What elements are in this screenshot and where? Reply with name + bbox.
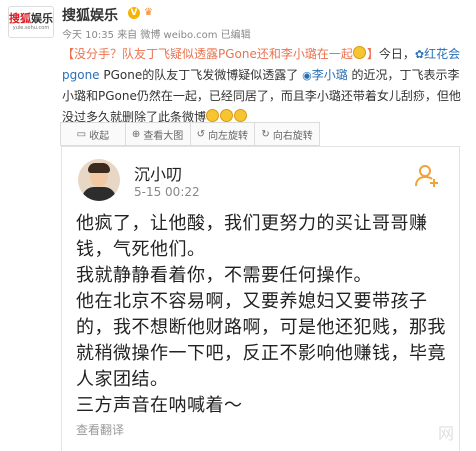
poster-name[interactable]: 搜狐娱乐 [62,5,118,25]
avatar-body [82,187,116,201]
logo-text: 搜狐娱乐 [9,11,53,25]
collapse-icon: ▭ [76,128,87,140]
rotate-left-icon: ↺ [196,128,206,140]
avatar[interactable]: 搜狐娱乐 yule.sohu.com [8,6,54,38]
screenshot-avatar [78,159,120,201]
source-prefix: 来自 [117,30,138,41]
flower-icon: ✿ [414,48,425,61]
screenshot-line: 他在北京不容易啊，又要养媳妇又要带孩子的，我不想断他财路啊，可是他还犯贱，那我就… [76,291,446,390]
edited-label: 已编辑 [220,30,251,41]
post-meta: 今天 10:35 来自 微博 weibo.com 已编辑 [62,26,251,41]
shocked-face-emoji [352,46,366,59]
post-text: 【没分手？队友丁飞疑似透露PGone还和李小璐在一起 】今日，✿红花会pgone … [62,44,470,128]
post-source[interactable]: 微博 weibo.com [140,30,217,41]
mention-link[interactable]: ◉李小璐 [302,68,348,82]
rotate-left-button[interactable]: ↺ 向左旋转 [191,123,256,145]
screenshot-username: 沉小叨 [134,165,183,184]
mention-label: 李小璐 [311,68,348,82]
shocked-face-emoji [234,109,248,122]
topic-title-end: 】 [366,47,379,61]
zoom-icon: ⊕ [131,128,141,140]
screenshot-line: 三方声音在呐喊着～ [76,395,243,416]
rotate-right-button[interactable]: ↻ 向右旋转 [255,123,319,145]
view-large-button[interactable]: ⊕ 查看大图 [126,123,191,145]
post-image[interactable]: 沉小叨 5-15 00:22 他疯了，让他酸，我们更努力的买让哥哥赚钱，气死他们… [61,146,460,451]
watermark: 网 [438,424,455,443]
add-user-icon [415,165,438,187]
collapse-button[interactable]: ▭ 收起 [61,123,126,145]
screenshot-text: 他疯了，让他酸，我们更努力的买让哥哥赚钱，气死他们。 我就静静看着你，不需要任何… [76,211,448,419]
view-large-label: 查看大图 [143,130,184,142]
text-segment: PGone的队友丁飞发微博疑似透露了 [99,68,303,82]
collapse-label: 收起 [89,130,110,142]
text-segment: 今日， [378,47,415,61]
verified-v-icon: V [128,7,140,19]
user-icon: ◉ [302,69,312,82]
avatar-hair [88,163,110,173]
screenshot-line: 我就静静看着你，不需要任何操作。 [76,265,372,286]
shocked-face-emoji [220,109,234,122]
topic-title[interactable]: 【没分手？队友丁飞疑似透露PGone还和李小璐在一起 [62,47,353,61]
translate-link: 查看翻译 [76,423,125,437]
post-time[interactable]: 今天 10:35 [62,30,114,41]
rotate-right-label: 向右旋转 [272,130,313,142]
rotate-left-label: 向左旋转 [208,130,249,142]
logo-subtext: yule.sohu.com [12,24,50,31]
rotate-right-icon: ↻ [261,128,270,140]
member-crown-icon: ♛ [142,8,155,18]
shocked-face-emoji [206,109,220,122]
screenshot-time: 5-15 00:22 [134,185,200,199]
image-toolbar: ▭ 收起 ⊕ 查看大图 ↺ 向左旋转 ↻ 向右旋转 [60,122,320,146]
screenshot-line: 他疯了，让他酸，我们更努力的买让哥哥赚钱，气死他们。 [76,213,428,260]
